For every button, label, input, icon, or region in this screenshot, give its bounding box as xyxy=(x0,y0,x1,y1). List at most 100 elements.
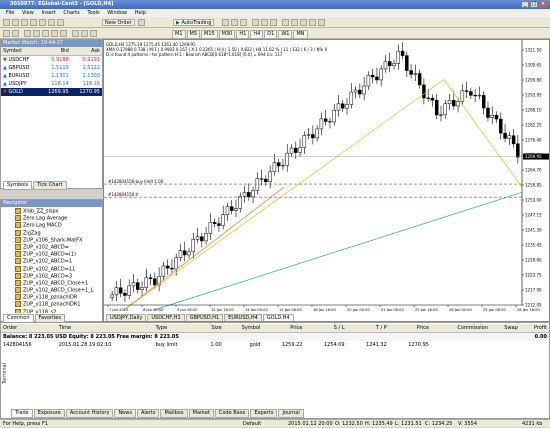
arrows-icon[interactable] xyxy=(90,30,97,37)
market-watch-row[interactable]: ▲ EURUSD 1.1301 1.1303 xyxy=(1,72,102,80)
zoom-in-icon[interactable] xyxy=(252,19,259,26)
market-watch-icon[interactable] xyxy=(21,19,28,26)
timeframe-mn[interactable]: MN xyxy=(293,30,308,39)
column-header[interactable]: Price xyxy=(262,324,305,333)
channel-icon[interactable] xyxy=(51,30,58,37)
column-header[interactable]: Symbol xyxy=(223,324,263,333)
menu-tools[interactable]: Tools xyxy=(87,10,99,16)
timeframe-m30[interactable]: M30 xyxy=(218,30,236,39)
chart-tab-usdjpy-daily[interactable]: USDJPY,Daily xyxy=(106,314,147,321)
market-watch-row[interactable]: ▲ USDJPY 118.14 118.16 xyxy=(1,80,102,88)
terminal-tab-journal[interactable]: Journal xyxy=(278,409,304,418)
menu-help[interactable]: Help xyxy=(135,10,146,16)
minimize-button[interactable]: _ xyxy=(521,1,529,8)
column-header[interactable]: Price xyxy=(388,324,431,333)
navigator-item[interactable]: Xlab_ZZ_slspx xyxy=(1,208,102,215)
navigator-item[interactable]: ZUP_v118_s2 xyxy=(1,308,102,313)
column-header[interactable]: Time xyxy=(56,324,154,333)
timeframe-h4[interactable]: H4 xyxy=(250,30,264,39)
navigator-item[interactable]: ZUP_v118_pznachiDR xyxy=(1,294,102,301)
price-chart[interactable]: #142804156 buy limit 1.00 #142804156 tl 13… xyxy=(104,40,550,313)
navigator-item[interactable]: ZUP_v102_ABCD=(1) xyxy=(1,251,102,258)
timeframe-h1[interactable]: H1 xyxy=(236,30,250,39)
vertical-line-icon[interactable] xyxy=(24,30,31,37)
column-header[interactable]: Order xyxy=(1,324,57,333)
menu-file[interactable]: File xyxy=(6,10,14,16)
tile-windows-icon[interactable] xyxy=(270,19,277,26)
navigator-item[interactable]: ZUP_v106_Shark-MatFX xyxy=(1,236,102,244)
periods-icon[interactable] xyxy=(309,19,316,26)
crosshair-icon[interactable] xyxy=(12,30,19,37)
tab-symbols[interactable]: Symbols xyxy=(3,181,33,190)
timeframe-m5[interactable]: M5 xyxy=(186,30,200,39)
navigator-item[interactable]: ZUP_v102_ABCD_Close+1_L xyxy=(1,287,102,294)
cursor-icon[interactable] xyxy=(3,30,10,37)
terminal-tab-experts[interactable]: Experts xyxy=(250,409,278,418)
market-watch-row[interactable]: ▼ GOLD 1269.95 1270.95 xyxy=(1,88,102,96)
terminal-tab-trade[interactable]: Trade xyxy=(11,409,33,418)
chart-shift-icon[interactable] xyxy=(291,19,298,26)
column-header-bid[interactable]: Bid xyxy=(39,47,71,56)
maximize-button[interactable]: □ xyxy=(530,1,538,8)
label-icon[interactable] xyxy=(81,30,88,37)
column-header[interactable]: Type xyxy=(153,324,198,333)
navigator-item[interactable]: ZUP_v102_ABCD=11 xyxy=(1,265,102,273)
indicators-icon[interactable] xyxy=(300,19,307,26)
horizontal-line-icon[interactable] xyxy=(33,30,40,37)
terminal-tab-account-history[interactable]: Account History xyxy=(65,409,114,418)
templates-icon[interactable] xyxy=(318,19,325,26)
terminal-tab-alerts[interactable]: Alerts xyxy=(136,409,160,418)
menu-view[interactable]: View xyxy=(22,10,34,16)
line-chart-icon[interactable] xyxy=(240,19,247,26)
timeframe-d1[interactable]: D1 xyxy=(264,30,278,39)
menu-window[interactable]: Window xyxy=(107,10,127,16)
navigator-item[interactable]: Zero Lag Average xyxy=(1,215,102,222)
timeframe-m1[interactable]: M1 xyxy=(172,30,186,39)
column-header[interactable]: Commission xyxy=(430,324,490,333)
navigator-item[interactable]: ZigZag xyxy=(1,229,102,237)
chart-window[interactable]: GOLD,H4 1275.19 1275.45 1261.40 1269.95 … xyxy=(103,39,550,322)
zoom-out-icon[interactable] xyxy=(261,19,268,26)
terminal-tab-exposure[interactable]: Exposure xyxy=(33,409,65,418)
menu-insert[interactable]: Insert xyxy=(41,10,55,16)
column-header-ask[interactable]: Ask xyxy=(70,47,102,56)
navigator-item[interactable]: ZUP_v102_ABCD_Close+1 xyxy=(1,279,102,287)
menu-charts[interactable]: Charts xyxy=(63,10,79,16)
terminal-tab-news[interactable]: News xyxy=(114,409,136,418)
text-icon[interactable] xyxy=(72,30,79,37)
chart-tab-gbpusd-h1[interactable]: GBPUSD,H1 xyxy=(185,314,224,321)
timeframe-w1[interactable]: W1 xyxy=(278,30,293,39)
fibonacci-icon[interactable] xyxy=(60,30,67,37)
column-header[interactable]: Profit xyxy=(519,324,549,333)
chart-tab-usdchf-h1[interactable]: USDCHF,H1 xyxy=(147,314,185,321)
navigator-item[interactable]: ZUP_v102_ABCD=3 xyxy=(1,272,102,280)
column-header[interactable]: Size xyxy=(197,324,224,333)
chart-tab-eurusd-h4[interactable]: EURUSD,H4 xyxy=(224,314,262,321)
column-header[interactable]: Swap xyxy=(489,324,520,333)
metaeditor-icon[interactable] xyxy=(138,19,145,26)
auto-scroll-icon[interactable] xyxy=(282,19,289,26)
trendline-icon[interactable] xyxy=(42,30,49,37)
navigator-item[interactable]: ZUP_v102_ABCD=1 xyxy=(1,258,102,265)
tab-tick-chart[interactable]: Tick Chart xyxy=(33,181,67,190)
navigator-item[interactable]: ZUP_v102_ABCD= xyxy=(1,243,102,251)
column-header[interactable]: T / P xyxy=(346,324,389,333)
timeframe-m15[interactable]: M15 xyxy=(201,30,218,39)
candlesticks-icon[interactable] xyxy=(231,19,238,26)
terminal-tab-code-base[interactable]: Code Base xyxy=(214,409,250,418)
new-order-button[interactable]: New Order xyxy=(102,19,135,26)
order-row[interactable]: 142804156 2015.01.28 19:02:10 buy limit 1.0… xyxy=(1,341,549,349)
column-header-symbol[interactable]: Symbol xyxy=(1,47,40,56)
new-chart-icon[interactable] xyxy=(3,19,10,26)
market-watch-row[interactable]: ▼ USDCHF 0.9188 0.9191 xyxy=(1,56,102,65)
close-button[interactable]: × xyxy=(539,1,547,8)
terminal-tab-mailbox[interactable]: Mailbox xyxy=(160,409,188,418)
market-watch-row[interactable]: ▲ GBPUSD 1.5119 1.5122 xyxy=(1,64,102,72)
column-header[interactable]: S / L xyxy=(304,324,347,333)
autotrading-button[interactable]: ▶ AutoTrading xyxy=(173,19,215,26)
profiles-icon[interactable] xyxy=(12,19,19,26)
terminal-icon[interactable] xyxy=(48,19,55,26)
strategy-tester-icon[interactable] xyxy=(57,19,64,26)
navigator-item[interactable]: ZUP_v118_pznachiDR1 xyxy=(1,301,102,308)
navigator-icon[interactable] xyxy=(39,19,46,26)
